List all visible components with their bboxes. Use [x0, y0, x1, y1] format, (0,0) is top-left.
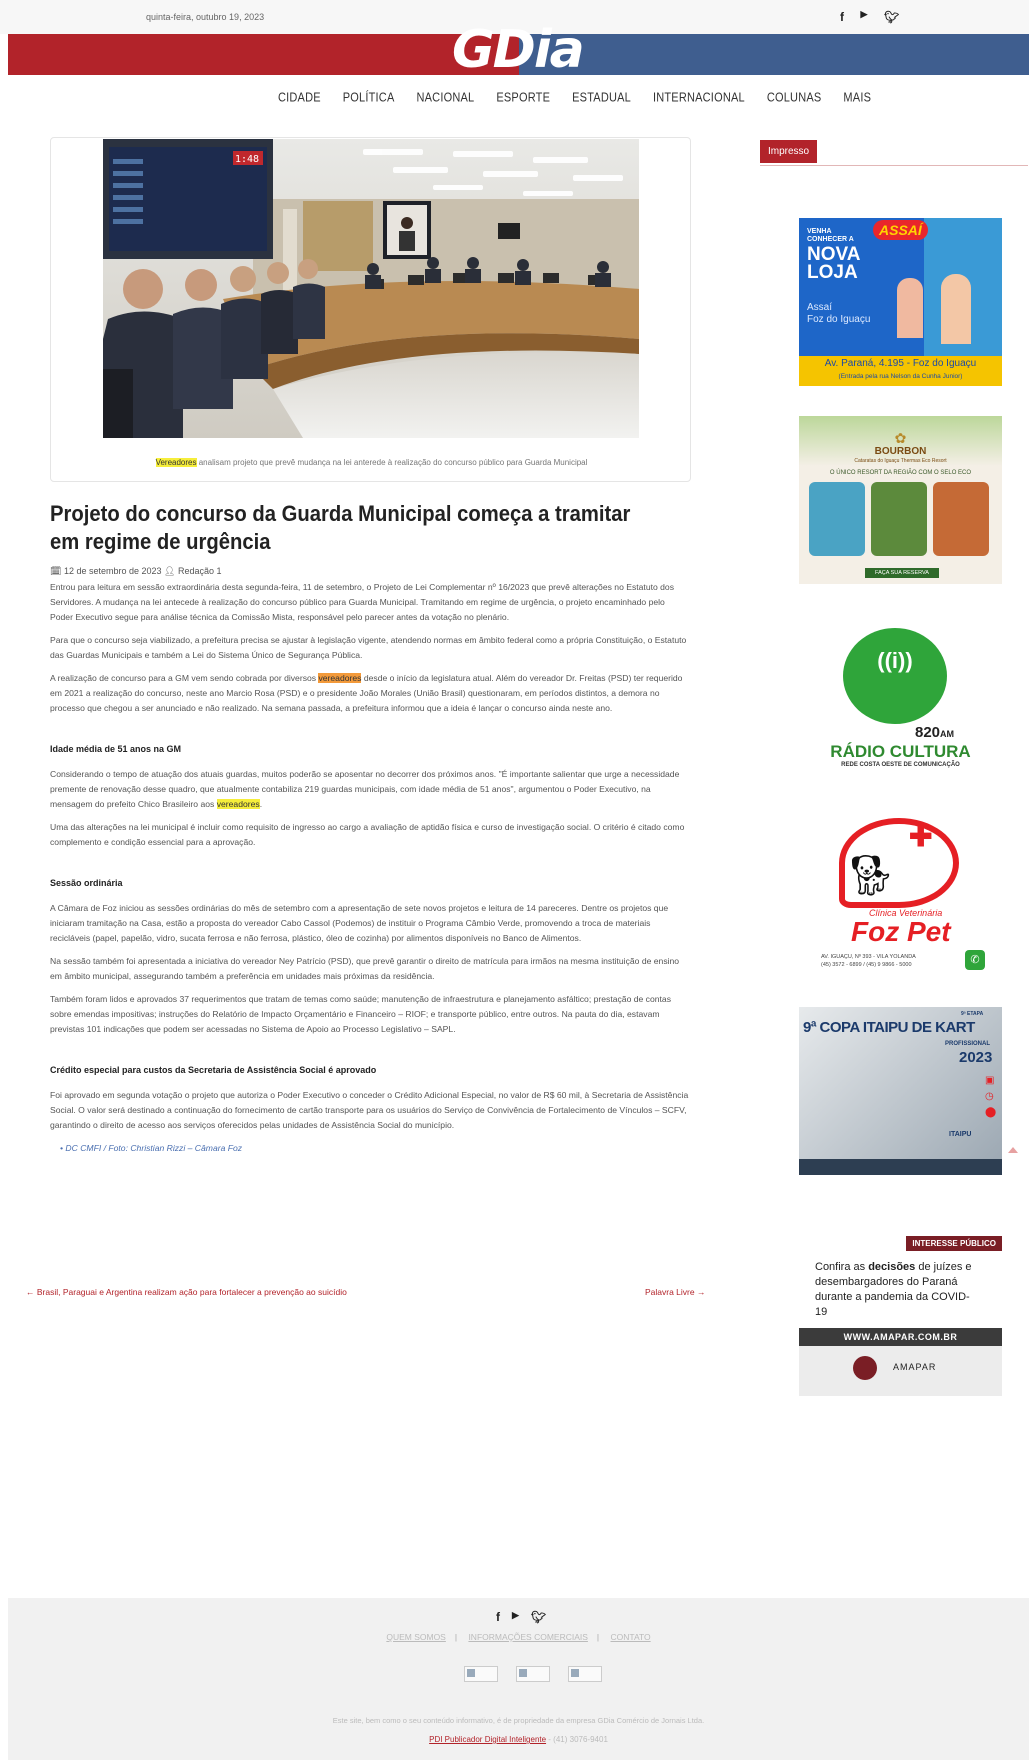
pdi-credit: PDI Publicador Digital Inteligente - (41… — [429, 1735, 608, 1744]
brand-band-blue — [518, 34, 1029, 75]
amapar-text: Confira as decisões de juízes e desembar… — [815, 1261, 972, 1318]
radio-cultura-ad[interactable]: ((i)) 820AM RÁDIO CULTURA REDE COSTA OES… — [799, 614, 1002, 782]
clock-icon: ◷ — [985, 1091, 994, 1102]
footer-link-quem-somos[interactable]: QUEM SOMOS — [386, 1632, 446, 1642]
article-title: Projeto do concurso da Guarda Municipal … — [50, 501, 631, 554]
broken-image-icon[interactable] — [568, 1666, 602, 1682]
nav-item-internacional[interactable]: INTERNACIONAL — [653, 91, 745, 105]
nav-item-estadual[interactable]: ESTADUAL — [572, 91, 631, 105]
featured-caption: Vereadores analisam projeto que prevê mu… — [51, 458, 692, 467]
bourbon-emblem-icon: ✿ — [894, 430, 907, 446]
nav-item-nacional[interactable]: NACIONAL — [417, 91, 475, 105]
copyright-text: Este site, bem como o seu conteúdo infor… — [332, 1716, 705, 1725]
broken-image-icon[interactable] — [516, 1666, 550, 1682]
bourbon-ad[interactable]: ✿ BOURBON Cataratas do Iguaçu Thermas Ec… — [799, 416, 1002, 584]
kart-title: 9ª COPA ITAIPU DE KART — [803, 1019, 975, 1036]
section-heading: Idade média de 51 anos na GM — [50, 744, 182, 754]
nav-item-cidade[interactable]: CIDADE — [278, 91, 321, 105]
broken-image-icon[interactable] — [464, 1666, 498, 1682]
nav-item-mais[interactable]: MAIS — [843, 91, 871, 105]
paragraph: Na sessão também foi apresentada a inici… — [50, 956, 680, 981]
brand-band-red — [8, 34, 519, 75]
impresso-widget-header: Impresso — [760, 140, 1028, 166]
twitter-icon[interactable]: 🐦︎ — [884, 10, 899, 24]
paragraph: Foi aprovado em segunda votação o projet… — [50, 1090, 689, 1130]
user-icon: 👤︎ — [164, 566, 176, 576]
section-heading: Sessão ordinária — [50, 878, 123, 888]
assai-headline: NOVA LOJA — [807, 244, 860, 283]
nav-item-politica[interactable]: POLÍTICA — [343, 91, 395, 105]
previous-post-link[interactable]: ← Brasil, Paraguai e Argentina realizam … — [26, 1287, 347, 1297]
calendar-icon: ▣ — [985, 1075, 995, 1086]
highlight-vereadores: vereadores — [216, 799, 260, 809]
paragraph: Também foram lidos e aprovados 37 requer… — [50, 994, 672, 1034]
footer-links: QUEM SOMOS | INFORMAÇÕES COMERCIAIS | CONT… — [386, 1632, 651, 1642]
paragraph: A realização de concurso para a GM vem s… — [50, 673, 683, 713]
whatsapp-icon: ✆ — [965, 950, 985, 970]
foz-pet-ad[interactable]: ✚ 🐕︎ Clínica Veterinária Foz Pet AV. IGU… — [799, 812, 1002, 980]
article-body: Entrou para leitura em sessão extraordin… — [50, 580, 690, 1156]
pdi-link[interactable]: PDI Publicador Digital Inteligente — [429, 1735, 546, 1744]
current-date: quinta-feira, outubro 19, 2023 — [146, 12, 265, 22]
footer-image-links — [464, 1666, 602, 1682]
caption-text: analisam projeto que prevê mudança na le… — [196, 458, 588, 467]
bourbon-cta: FAÇA SUA RESERVA — [865, 568, 939, 578]
radio-frequency: 820AM — [915, 724, 955, 741]
broadcast-icon: ((i)) — [877, 648, 913, 673]
caption-highlight: Vereadores — [155, 458, 197, 467]
top-social-links: f ▶ 🐦︎ — [840, 10, 899, 25]
nav-item-esporte[interactable]: ESPORTE — [496, 91, 550, 105]
article-meta: 🗓︎ 12 de setembro de 2023 👤︎ Redação 1 — [50, 566, 222, 577]
twitter-icon[interactable]: 🐦︎ — [531, 1610, 546, 1624]
paragraph: Para que o concurso seja viabilizado, a … — [50, 635, 687, 660]
section-heading: Crédito especial para custos da Secretar… — [50, 1065, 377, 1075]
youtube-icon[interactable]: ▶ — [858, 10, 870, 24]
article-date[interactable]: 12 de setembro de 2023 — [64, 566, 162, 576]
main-nav: CIDADE POLÍTICA NACIONAL ESPORTE ESTADUA… — [278, 91, 871, 105]
next-post-link[interactable]: Palavra Livre → — [645, 1287, 705, 1297]
copa-itaipu-kart-ad[interactable]: 9ª ETAPA 9ª COPA ITAIPU DE KART PROFISSI… — [799, 1007, 1002, 1175]
foz-pet-logo: Foz Pet — [851, 916, 951, 947]
amapar-ad[interactable]: INTERESSE PÚBLICO Confira as decisões de… — [799, 1228, 1002, 1396]
calendar-icon: 🗓︎ — [50, 566, 62, 576]
youtube-icon[interactable]: ▶ — [512, 1610, 519, 1624]
article-author[interactable]: Redação 1 — [178, 566, 222, 576]
facebook-icon[interactable]: f — [496, 1610, 500, 1624]
impresso-label[interactable]: Impresso — [760, 140, 818, 163]
site-footer: f ▶ 🐦︎ QUEM SOMOS | INFORMAÇÕES COMERCIAI… — [8, 1598, 1029, 1760]
facebook-icon[interactable]: f — [840, 10, 844, 24]
paragraph: Uma das alterações na lei municipal é in… — [50, 822, 685, 847]
featured-photo: 1:48 — [103, 139, 639, 438]
nav-item-colunas[interactable]: COLUNAS — [767, 91, 822, 105]
screen-timer: 1:48 — [235, 154, 259, 165]
footer-link-informacoes-comerciais[interactable]: INFORMAÇÕES COMERCIAIS — [468, 1632, 587, 1642]
featured-figure: 1:48 Vereadores analisam projeto que pre… — [50, 137, 691, 482]
location-icon: ⬤ — [985, 1107, 997, 1118]
site-logo[interactable]: GDia — [452, 22, 585, 78]
footer-link-contato[interactable]: CONTATO — [611, 1632, 651, 1642]
paragraph: Considerando o tempo de atuação dos atua… — [50, 769, 680, 809]
dog-cat-icon: 🐕︎ — [845, 854, 896, 898]
paragraph: Entrou para leitura em sessão extraordin… — [50, 582, 675, 622]
photo-credit[interactable]: • DC CMFI / Foto: Christian Rizzi – Câma… — [60, 1141, 690, 1156]
footer-social-links: f ▶ 🐦︎ — [496, 1610, 546, 1624]
assai-logo: ASSAÍ — [873, 220, 928, 240]
paragraph: A Câmara de Foz iniciou as sessões ordin… — [50, 903, 669, 943]
assai-ad[interactable]: VENHA CONHECER A NOVA LOJA Assaí Foz do … — [799, 218, 1002, 386]
highlight-vereadores: vereadores — [318, 673, 362, 683]
scroll-to-top-button[interactable] — [1008, 1147, 1018, 1153]
cross-icon: ✚ — [909, 821, 933, 852]
